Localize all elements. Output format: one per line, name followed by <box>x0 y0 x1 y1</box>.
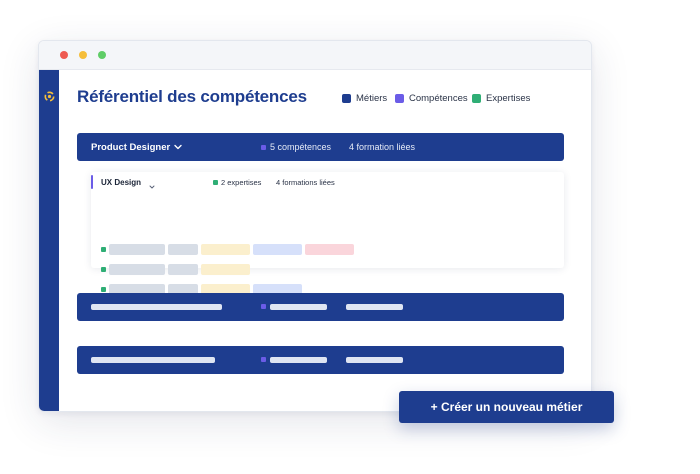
placeholder-tag <box>201 264 250 275</box>
metier-row-product-designer[interactable]: Product Designer 5 compétences 4 formati… <box>77 133 564 161</box>
legend-swatch-metiers <box>342 93 351 103</box>
placeholder-tag <box>168 244 198 255</box>
legend-label-expertises: Expertises <box>486 92 531 104</box>
expertise-marker-icon <box>101 267 106 272</box>
placeholder-meta <box>346 357 403 363</box>
competence-formations-count: 4 formations liées <box>276 178 335 187</box>
legend-swatch-expertises <box>472 93 481 103</box>
placeholder-tag <box>201 244 250 255</box>
window-close-button[interactable] <box>60 51 68 59</box>
window-minimize-button[interactable] <box>79 51 87 59</box>
legend-item-competences: Compétences <box>395 91 468 105</box>
placeholder-tag <box>305 244 354 255</box>
competence-panel: UX Design 2 expertises 4 formations liée… <box>91 172 564 295</box>
expertise-row[interactable] <box>101 244 361 256</box>
placeholder-meta <box>270 357 327 363</box>
create-metier-button[interactable]: + Créer un nouveau métier <box>399 391 614 423</box>
legend-label-metiers: Métiers <box>356 92 388 104</box>
metier-formations-count: 4 formation liées <box>349 142 416 152</box>
legend-label-competences: Compétences <box>409 92 468 104</box>
expertise-marker-icon <box>101 287 106 292</box>
competence-marker-icon <box>261 357 266 362</box>
competence-marker-icon <box>261 304 266 309</box>
placeholder-tag <box>253 244 302 255</box>
chevron-down-icon[interactable] <box>172 140 184 152</box>
legend-item-metiers: Métiers <box>342 91 387 105</box>
competence-expertises-count: 2 expertises <box>221 178 262 187</box>
competence-accent-bar <box>91 175 93 189</box>
expertise-row[interactable] <box>101 264 261 276</box>
sidebar <box>39 70 59 411</box>
expertise-marker-icon <box>213 180 218 185</box>
placeholder-meta <box>270 304 327 310</box>
competence-marker-icon <box>261 145 266 150</box>
app-window: Référentiel des compétences Métiers Comp… <box>38 40 592 412</box>
placeholder-title <box>91 357 215 363</box>
legend-swatch-competences <box>395 93 404 103</box>
competence-title[interactable]: UX Design <box>101 178 141 187</box>
legend-item-expertises: Expertises <box>472 91 530 105</box>
page-title: Référentiel des compétences <box>77 87 307 106</box>
placeholder-title <box>91 304 222 310</box>
placeholder-tag <box>168 264 198 275</box>
metier-row[interactable] <box>77 293 564 321</box>
placeholder-tag <box>109 244 165 255</box>
app-logo-icon[interactable] <box>43 90 56 103</box>
window-maximize-button[interactable] <box>98 51 106 59</box>
window-titlebar <box>39 41 591 70</box>
metier-competences-count: 5 compétences <box>270 142 332 152</box>
placeholder-meta <box>346 304 403 310</box>
metier-title: Product Designer <box>91 142 171 153</box>
placeholder-tag <box>109 264 165 275</box>
chevron-down-icon[interactable] <box>148 178 156 189</box>
metier-row[interactable] <box>77 346 564 374</box>
expertise-marker-icon <box>101 247 106 252</box>
